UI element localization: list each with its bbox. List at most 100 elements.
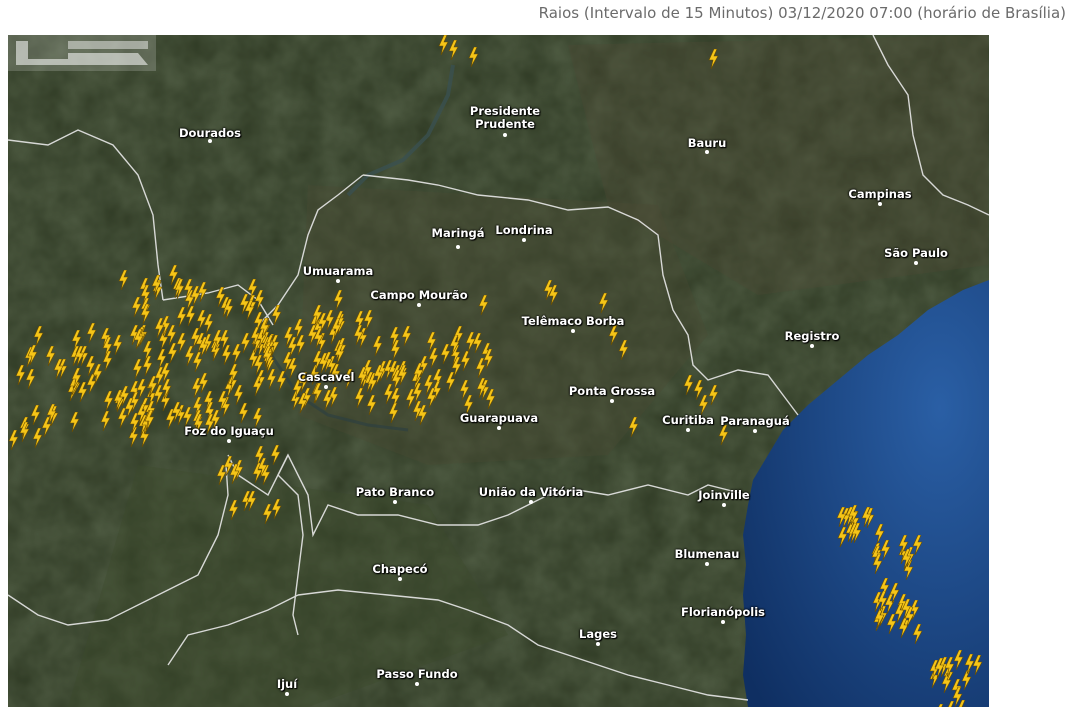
- city-dot: [393, 500, 397, 504]
- city-label-umuarama: Umuarama: [302, 264, 374, 278]
- lightning-bolt-icon: [276, 370, 287, 391]
- city-label-joinville: Joinville: [698, 488, 750, 502]
- city-dot: [227, 439, 231, 443]
- city-dot: [722, 503, 726, 507]
- city-label-guarapuava: Guarapuava: [459, 411, 539, 425]
- city-dot: [878, 202, 882, 206]
- lightning-bolt-icon: [373, 365, 384, 386]
- lightning-bolt-icon: [944, 656, 955, 677]
- lightning-bolt-icon: [262, 345, 273, 366]
- lightning-bolt-icon: [246, 491, 257, 512]
- lightning-bolt-icon: [333, 290, 344, 310]
- lightning-bolt-icon: [718, 425, 729, 445]
- lightning-bolt-icon: [708, 385, 719, 405]
- city-dot: [417, 303, 421, 307]
- lightning-bolt-icon: [312, 305, 323, 326]
- lightning-bolt-icon: [451, 356, 462, 377]
- lightning-bolt-icon: [401, 326, 412, 347]
- lightning-bolt-icon: [708, 49, 719, 69]
- city-label-maringa: Maringá: [431, 226, 485, 240]
- lightning-bolt-icon: [168, 265, 179, 285]
- city-dot: [686, 428, 690, 432]
- city-dot: [721, 620, 725, 624]
- lightning-bolt-icon: [468, 47, 479, 67]
- city-label-londrina: Londrina: [495, 223, 553, 237]
- city-label-campo-mourao: Campo Mourão: [370, 288, 468, 302]
- lightning-bolt-icon: [53, 359, 64, 380]
- lightning-bolt-icon: [295, 335, 306, 356]
- lightning-bolt-icon: [153, 384, 164, 405]
- lightning-bolt-icon: [391, 370, 402, 391]
- city-dot: [610, 399, 614, 403]
- lightning-bolt-icon: [271, 305, 282, 326]
- lightning-bolt-icon: [100, 411, 111, 432]
- lightning-bolt-icon: [307, 325, 318, 346]
- city-label-foz-do-iguacu: Foz do Iguaçu: [184, 424, 274, 438]
- lightning-bolt-icon: [198, 373, 209, 394]
- city-dot: [497, 426, 501, 430]
- city-label-uniao-da-vitoria: União da Vitória: [478, 485, 584, 499]
- lightning-bolt-icon: [228, 364, 239, 385]
- lightning-bolt-icon: [223, 298, 234, 319]
- lightning-bolt-icon: [548, 285, 559, 305]
- lightning-map[interactable]: Dourados Presidente Prudente Bauru Campinas S…: [8, 35, 989, 707]
- city-dot: [529, 500, 533, 504]
- city-dot: [456, 245, 460, 249]
- lightning-bolt-icon: [118, 270, 129, 290]
- lightning-bolt-icon: [142, 355, 153, 376]
- lightning-bolt-icon: [836, 507, 847, 528]
- lightning-bolt-icon: [140, 304, 151, 325]
- lightning-bolt-icon: [154, 317, 165, 338]
- lightning-bolt-icon: [388, 403, 399, 424]
- city-label-presidente-prudente: Presidente Prudente: [469, 104, 541, 131]
- lightning-bolt-icon: [334, 343, 345, 364]
- lightning-bolt-icon: [417, 404, 428, 425]
- city-label-registro: Registro: [784, 329, 840, 343]
- lightning-bolt-icon: [889, 583, 900, 604]
- lightning-bolt-icon: [166, 325, 177, 346]
- lightning-bolt-icon: [19, 421, 30, 442]
- lightning-bolt-icon: [331, 317, 342, 338]
- lightning-bolt-icon: [964, 653, 975, 674]
- lightning-bolt-icon: [366, 394, 377, 415]
- city-dot: [705, 562, 709, 566]
- city-dot: [571, 329, 575, 333]
- city-label-campinas: Campinas: [848, 187, 912, 201]
- lightning-bolt-icon: [357, 367, 368, 388]
- city-label-blumenau: Blumenau: [674, 547, 740, 561]
- city-label-sao-paulo: São Paulo: [884, 246, 948, 260]
- lightning-bolt-icon: [247, 279, 258, 300]
- lightning-bolt-icon: [71, 329, 82, 350]
- lightning-bolt-icon: [228, 500, 239, 521]
- lightning-bolt-icon: [133, 329, 144, 350]
- lightning-bolt-icon: [282, 351, 293, 372]
- lightning-bolt-icon: [938, 703, 944, 707]
- lightning-bolt-icon: [877, 590, 888, 611]
- lightning-bolt-icon: [872, 554, 883, 575]
- lightning-bolt-icon: [598, 293, 609, 313]
- city-dot: [398, 577, 402, 581]
- lightning-bolt-icon: [160, 362, 171, 383]
- lightning-bolt-icon: [71, 368, 82, 389]
- lightning-bolt-icon: [322, 389, 333, 410]
- city-label-cascavel: Cascavel: [297, 370, 355, 384]
- lightning-bolt-icon: [151, 275, 162, 296]
- city-dot: [810, 344, 814, 348]
- lightning-bolt-icon: [354, 388, 365, 409]
- city-label-paranagua: Paranaguá: [720, 414, 790, 428]
- lightning-bolt-icon: [176, 307, 187, 328]
- lightning-bolt-icon: [183, 279, 194, 300]
- lightning-bolt-icon: [86, 322, 97, 343]
- lightning-bolt-icon: [30, 405, 41, 425]
- lightning-bolt-icon: [312, 382, 323, 403]
- lightning-bolt-icon: [136, 403, 147, 424]
- lightning-bolt-icon: [886, 613, 897, 634]
- lightning-bolt-icon: [389, 326, 400, 347]
- city-dot: [415, 682, 419, 686]
- lightning-bolt-icon: [426, 332, 437, 353]
- lightning-bolt-icon: [217, 391, 228, 412]
- city-label-pato-branco: Pato Branco: [355, 485, 435, 499]
- lightning-bolt-icon: [270, 445, 281, 466]
- lightning-bolt-icon: [449, 334, 460, 355]
- city-dot: [208, 139, 212, 143]
